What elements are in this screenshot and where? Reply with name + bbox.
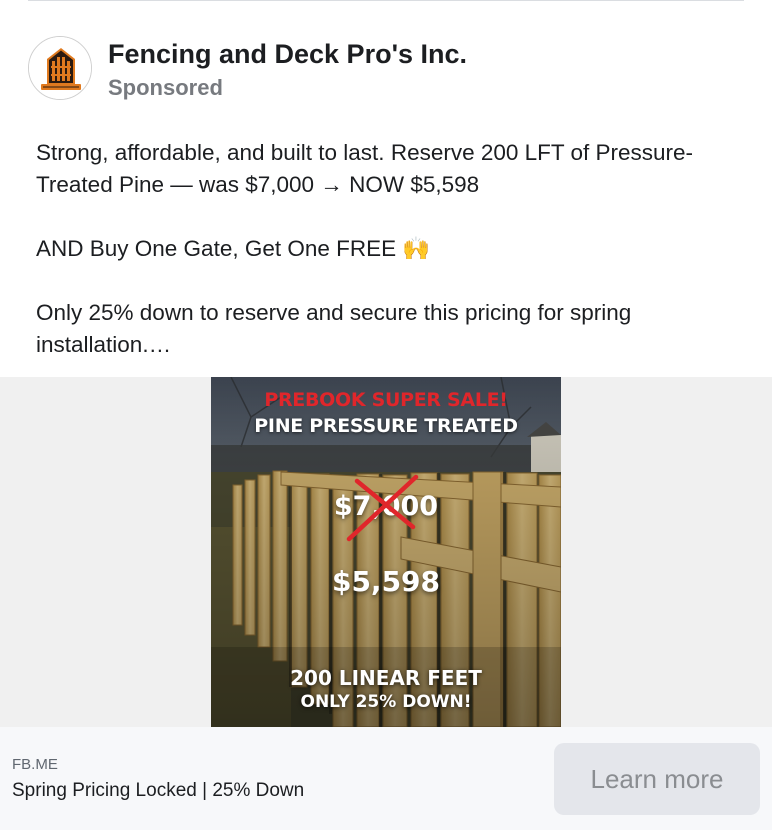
ad-down-line: ONLY 25% DOWN! xyxy=(300,692,472,712)
post-body-line: AND Buy One Gate, Get One FREE 🙌 xyxy=(36,236,431,261)
ad-media-area: PREBOOK SUPER SALE! PINE PRESSURE TREATE… xyxy=(0,377,772,727)
ad-image[interactable]: PREBOOK SUPER SALE! PINE PRESSURE TREATE… xyxy=(211,377,561,727)
ad-feet-line: 200 LINEAR FEET xyxy=(290,666,482,690)
post-body-line: Only 25% down to reserve and secure this… xyxy=(36,300,632,357)
learn-more-button[interactable]: Learn more xyxy=(554,743,760,815)
ad-new-price: $5,598 xyxy=(331,565,441,598)
ad-old-price: $7,000 xyxy=(333,491,439,522)
fence-logo-icon xyxy=(29,37,91,99)
top-divider xyxy=(28,0,744,1)
page-name[interactable]: Fencing and Deck Pro's Inc. xyxy=(108,38,467,70)
post-header: Fencing and Deck Pro's Inc. Sponsored xyxy=(28,36,467,106)
link-footer[interactable]: FB.ME Spring Pricing Locked | 25% Down L… xyxy=(0,727,772,830)
sponsored-label[interactable]: Sponsored xyxy=(108,74,467,102)
ad-headline: PREBOOK SUPER SALE! xyxy=(264,389,508,411)
link-title[interactable]: Spring Pricing Locked | 25% Down xyxy=(12,780,304,802)
page-avatar[interactable] xyxy=(28,36,92,100)
ad-subheadline: PINE PRESSURE TREATED xyxy=(254,415,518,437)
post-body: Strong, affordable, and built to last. R… xyxy=(36,137,746,361)
post-body-line: Strong, affordable, and built to last. R… xyxy=(36,140,694,197)
link-domain: FB.ME xyxy=(12,756,58,773)
